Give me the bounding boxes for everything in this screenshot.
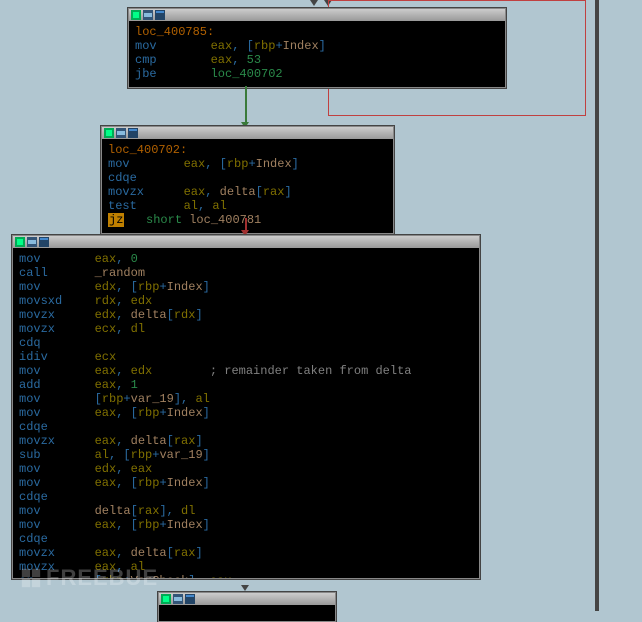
edge-true [245,86,247,124]
code-body: loc_400702: mov eax, [rbp+Index] cdqe mo… [102,139,393,233]
incoming-edge-arrow [310,0,318,6]
group-icon[interactable] [116,128,126,138]
group-icon[interactable] [173,594,183,604]
basic-block-next[interactable] [158,592,336,622]
node-titlebar[interactable] [159,593,335,605]
basic-block-body[interactable]: mov eax, 0 call _random mov edx, [rbp+In… [12,235,480,579]
outgoing-edge-arrow [241,585,249,591]
basic-block-400702[interactable]: loc_400702: mov eax, [rbp+Index] cdqe mo… [101,126,394,234]
breakpoint-icon[interactable] [161,594,171,604]
window-icon[interactable] [155,10,165,20]
graph-canvas[interactable]: loc_400785: mov eax, [rbp+Index] cmp eax… [0,0,642,611]
canvas-border-right [595,0,599,611]
node-titlebar[interactable] [13,236,479,248]
group-icon[interactable] [143,10,153,20]
window-icon[interactable] [128,128,138,138]
node-titlebar[interactable] [129,9,505,21]
window-icon[interactable] [185,594,195,604]
breakpoint-icon[interactable] [15,237,25,247]
code-body: mov eax, 0 call _random mov edx, [rbp+In… [13,248,479,578]
node-titlebar[interactable] [102,127,393,139]
breakpoint-icon[interactable] [131,10,141,20]
breakpoint-icon[interactable] [104,128,114,138]
code-body [159,605,335,621]
group-icon[interactable] [27,237,37,247]
code-body: loc_400785: mov eax, [rbp+Index] cmp eax… [129,21,505,87]
window-icon[interactable] [39,237,49,247]
basic-block-400785[interactable]: loc_400785: mov eax, [rbp+Index] cmp eax… [128,8,506,88]
